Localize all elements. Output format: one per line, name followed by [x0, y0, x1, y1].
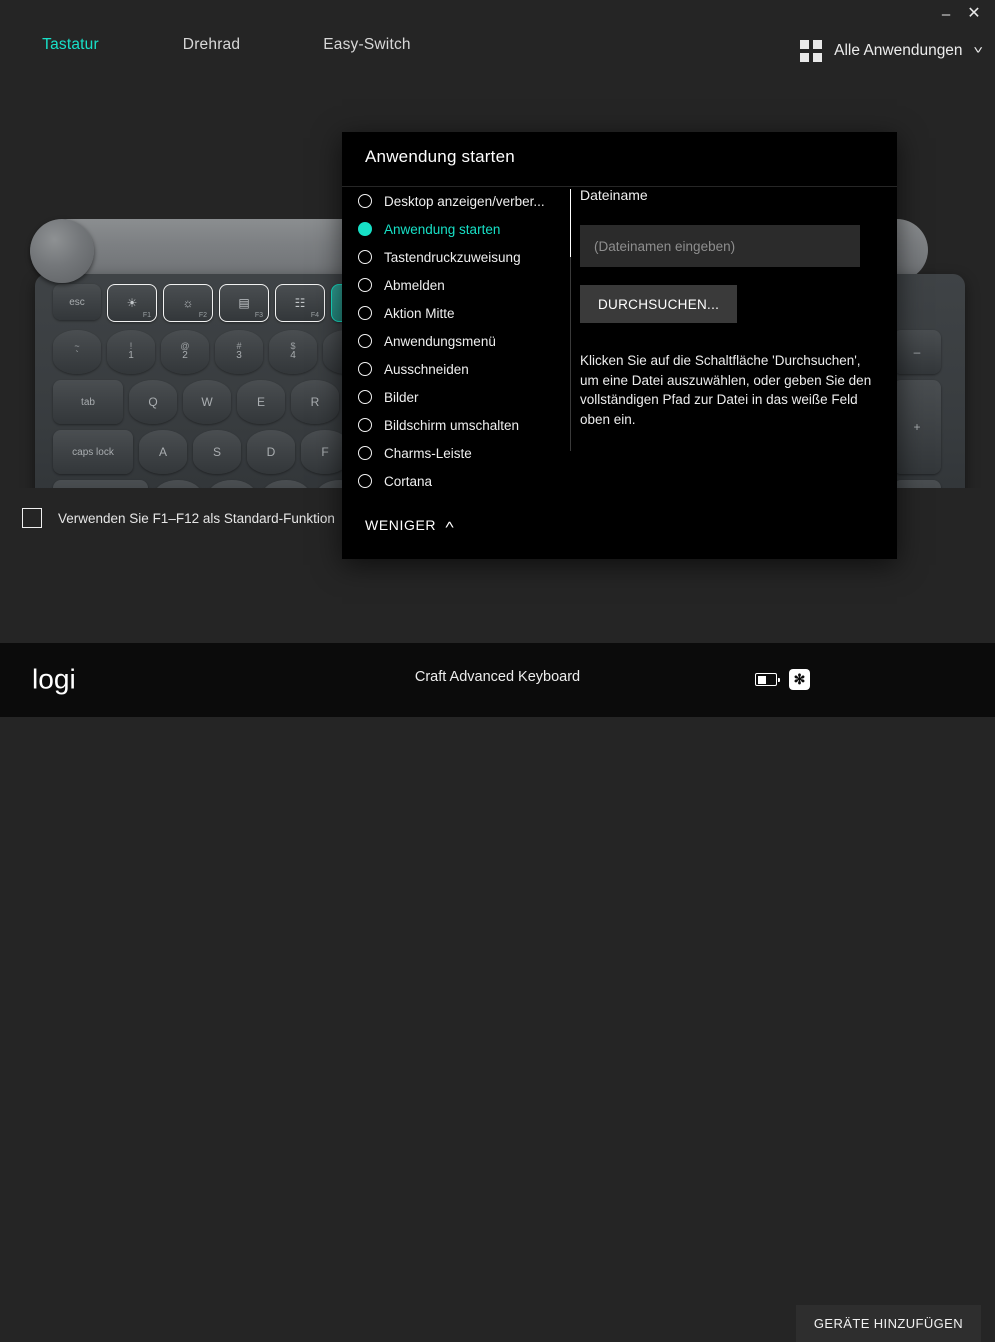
footer-status-icons: ✻ — [755, 669, 810, 690]
add-devices-button[interactable]: GERÄTE HINZUFÜGEN — [795, 1305, 981, 1342]
radio-icon — [358, 334, 372, 348]
dialog-option-label: Desktop anzeigen/verber... — [384, 193, 545, 209]
radio-icon — [358, 474, 372, 488]
key-q[interactable]: Q — [129, 380, 177, 424]
keyboard-numpad: –+enter= — [893, 330, 941, 488]
key-c[interactable]: C — [262, 480, 310, 488]
radio-icon — [358, 278, 372, 292]
dialog-collapse-toggle[interactable]: WENIGER ˄ — [365, 517, 455, 533]
key-f4[interactable]: ☷ F4 — [275, 284, 325, 322]
dialog-detail-pane: Dateiname DURCHSUCHEN... Klicken Sie auf… — [580, 187, 880, 429]
key-minus[interactable]: – — [893, 330, 941, 374]
key-f3[interactable]: ▤ F3 — [219, 284, 269, 322]
key-d[interactable]: D — [247, 430, 295, 474]
key-tab[interactable]: tab — [53, 380, 123, 424]
radio-icon — [358, 362, 372, 376]
key-s[interactable]: S — [193, 430, 241, 474]
dialog-option[interactable]: Abmelden — [358, 271, 570, 299]
radio-icon — [358, 306, 372, 320]
radio-icon — [358, 194, 372, 208]
dialog-option-label: Charms-Leiste — [384, 445, 472, 461]
dialog-option-label: Tastendruckzuweisung — [384, 249, 521, 265]
key-2[interactable]: @2 — [161, 330, 209, 374]
dialog-option[interactable]: Ausschneiden — [358, 355, 570, 383]
key-a[interactable]: A — [139, 430, 187, 474]
checkbox-box[interactable] — [22, 508, 42, 528]
dialog-option[interactable]: Bildschirm umschalten — [358, 411, 570, 439]
dialog-option[interactable]: Anwendungsmenü — [358, 327, 570, 355]
dialog-option-list: Desktop anzeigen/verber... Anwendung star… — [358, 187, 570, 495]
dialog-option-label: Ausschneiden — [384, 361, 469, 377]
dialog-option-label: Aktion Mitte — [384, 305, 455, 321]
key-f1[interactable]: ☀ F1 — [107, 284, 157, 322]
device-name: Craft Advanced Keyboard — [414, 669, 581, 685]
dialog-option-label: Anwendung starten — [384, 221, 501, 237]
key-4[interactable]: $4 — [269, 330, 317, 374]
key-z[interactable]: Z — [154, 480, 202, 488]
all-applications-selector[interactable]: Alle Anwendungen ˅ — [800, 40, 983, 62]
dialog-option-label: Abmelden — [384, 277, 445, 293]
dialog-option[interactable]: Cortana — [358, 467, 570, 495]
dialog-title: Anwendung starten — [365, 147, 515, 166]
action-dialog: Anwendung starten Desktop anzeigen/verbe… — [342, 132, 897, 559]
key-x[interactable]: X — [208, 480, 256, 488]
crown-dial[interactable] — [30, 219, 94, 283]
dialog-description: Klicken Sie auf die Schaltfläche 'Durchs… — [580, 353, 872, 427]
dialog-option[interactable]: Aktion Mitte — [358, 299, 570, 327]
chevron-down-icon: ˅ — [972, 45, 983, 57]
dialog-divider — [570, 189, 571, 451]
key-w[interactable]: W — [183, 380, 231, 424]
key-1[interactable]: ! 1 — [107, 330, 155, 374]
dialog-option[interactable]: Desktop anzeigen/verber... — [358, 187, 570, 215]
key-plus[interactable]: + — [893, 380, 941, 474]
app-window: – ✕ Tastatur Drehrad Easy-Switch Alle An… — [0, 0, 995, 1342]
dialog-option[interactable]: Charms-Leiste — [358, 439, 570, 467]
key-`[interactable]: ~ ` — [53, 330, 101, 374]
all-applications-label: Alle Anwendungen — [834, 42, 963, 59]
battery-icon — [755, 673, 780, 686]
radio-icon — [358, 250, 372, 264]
dialog-option[interactable]: Bilder — [358, 383, 570, 411]
tab-easy-switch[interactable]: Easy-Switch — [282, 18, 452, 72]
dialog-option-label: Cortana — [384, 473, 433, 489]
radio-icon — [358, 390, 372, 404]
unifying-icon: ✻ — [789, 669, 810, 690]
dialog-option[interactable]: Tastendruckzuweisung — [358, 243, 570, 271]
filename-input[interactable] — [580, 225, 860, 267]
key-e[interactable]: E — [237, 380, 285, 424]
chevron-up-icon: ˄ — [444, 518, 455, 532]
dialog-option-label: Bilder — [384, 389, 419, 405]
key-r[interactable]: R — [291, 380, 339, 424]
dialog-option-label: Bildschirm umschalten — [384, 417, 520, 433]
footer-bar: logi Craft Advanced Keyboard ✻ GERÄTE HI… — [0, 643, 995, 1342]
radio-icon — [358, 418, 372, 432]
collapse-label: WENIGER — [365, 517, 437, 533]
key-f2[interactable]: ☼ F2 — [163, 284, 213, 322]
radio-icon — [358, 446, 372, 460]
key-3[interactable]: #3 — [215, 330, 263, 374]
key-shift[interactable]: shift — [53, 480, 148, 488]
key-caps-lock[interactable]: caps lock — [53, 430, 133, 474]
browse-button[interactable]: DURCHSUCHEN... — [580, 285, 738, 323]
tab-drehrad[interactable]: Drehrad — [141, 18, 282, 72]
filename-label: Dateiname — [580, 187, 648, 203]
key-enter[interactable]: enter — [893, 480, 941, 488]
dialog-header: Anwendung starten — [342, 132, 897, 187]
dialog-option[interactable]: Anwendung starten — [358, 215, 570, 243]
grid-icon — [800, 40, 823, 62]
tab-tastatur[interactable]: Tastatur — [0, 18, 141, 72]
radio-selected-icon — [358, 222, 372, 236]
fn-default-checkbox[interactable]: Verwenden Sie F1–F12 als Standard-Funkti… — [22, 508, 335, 528]
dialog-option-label: Anwendungsmenü — [384, 333, 496, 349]
key-esc[interactable]: esc — [53, 284, 101, 320]
fn-default-label: Verwenden Sie F1–F12 als Standard-Funkti… — [58, 510, 335, 526]
